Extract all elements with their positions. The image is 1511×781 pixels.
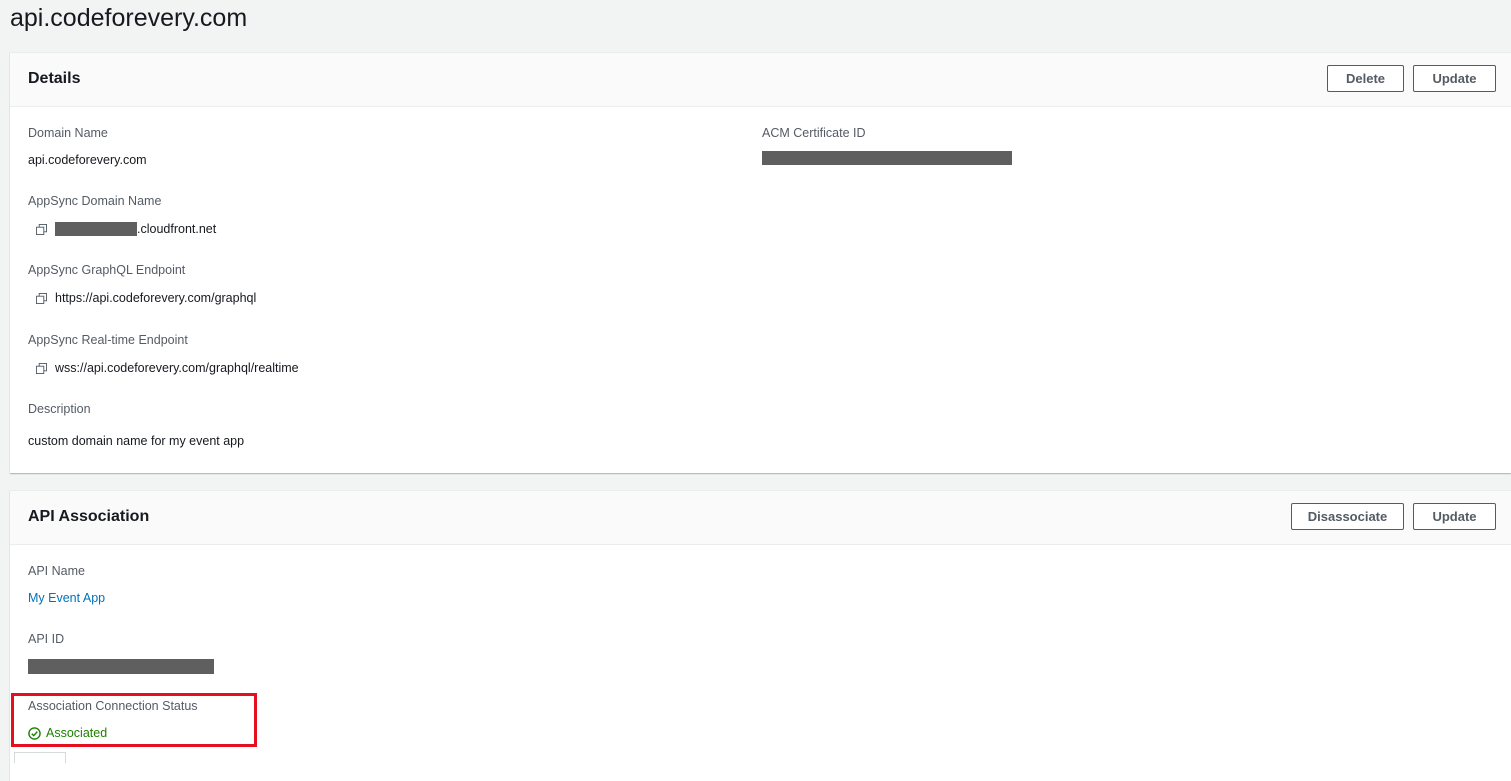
description-value: custom domain name for my event app bbox=[28, 434, 245, 448]
appsync-domain-value: .cloudfront.net bbox=[28, 222, 216, 236]
update-details-button[interactable]: Update bbox=[1413, 65, 1496, 92]
domain-name-label: Domain Name bbox=[28, 126, 108, 140]
details-panel: Details Delete Update Domain Name api.co… bbox=[10, 52, 1511, 473]
copy-icon[interactable] bbox=[36, 292, 47, 304]
graphql-endpoint-label: AppSync GraphQL Endpoint bbox=[28, 263, 186, 277]
update-association-button[interactable]: Update bbox=[1413, 503, 1496, 530]
copy-icon[interactable] bbox=[36, 223, 47, 235]
details-header: Details Delete Update bbox=[10, 53, 1511, 107]
highlight-box bbox=[11, 693, 257, 747]
api-id-value bbox=[28, 659, 214, 674]
realtime-endpoint-value: wss://api.codeforevery.com/graphql/realt… bbox=[28, 361, 299, 375]
api-id-label: API ID bbox=[28, 632, 65, 646]
tooltip-stub bbox=[14, 752, 66, 763]
api-name-label: API Name bbox=[28, 564, 85, 578]
realtime-endpoint-label: AppSync Real-time Endpoint bbox=[28, 333, 188, 347]
api-association-title: API Association bbox=[28, 508, 150, 525]
graphql-endpoint-value: https://api.codeforevery.com/graphql bbox=[28, 291, 256, 305]
details-title: Details bbox=[28, 70, 81, 87]
api-association-header: API Association Disassociate Update bbox=[10, 491, 1511, 545]
acm-certificate-label: ACM Certificate ID bbox=[762, 126, 866, 140]
redacted-block bbox=[28, 659, 214, 674]
api-name-link[interactable]: My Event App bbox=[28, 591, 105, 605]
delete-button[interactable]: Delete bbox=[1327, 65, 1404, 92]
realtime-endpoint-text: wss://api.codeforevery.com/graphql/realt… bbox=[55, 361, 299, 375]
appsync-domain-suffix: .cloudfront.net bbox=[137, 222, 217, 236]
graphql-endpoint-text: https://api.codeforevery.com/graphql bbox=[55, 291, 257, 305]
description-label: Description bbox=[28, 402, 91, 416]
domain-name-value: api.codeforevery.com bbox=[28, 153, 147, 167]
acm-certificate-value bbox=[762, 151, 1012, 165]
page-title: api.codeforevery.com bbox=[10, 4, 248, 32]
redacted-block bbox=[762, 151, 1012, 165]
copy-icon[interactable] bbox=[36, 362, 47, 374]
redacted-block bbox=[55, 222, 137, 236]
appsync-domain-label: AppSync Domain Name bbox=[28, 194, 162, 208]
disassociate-button[interactable]: Disassociate bbox=[1291, 503, 1404, 530]
